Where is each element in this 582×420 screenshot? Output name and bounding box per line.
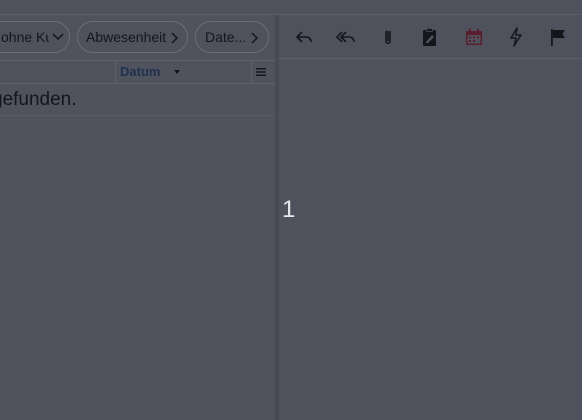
attachment-button[interactable]	[377, 26, 399, 48]
list-pane: ohne Kurs Abwesenheit Date... Datum	[0, 15, 275, 420]
chevron-down-icon	[52, 33, 64, 41]
detail-toolbar	[279, 15, 582, 59]
detail-pane	[279, 15, 582, 420]
page-indicator: 1	[282, 196, 296, 223]
empty-state-message: gefunden.	[0, 89, 77, 110]
filter-chip-date-label: Date...	[205, 29, 247, 45]
chevron-right-icon	[251, 32, 259, 44]
empty-state-row: gefunden.	[0, 85, 275, 116]
clipboard-edit-icon	[423, 28, 436, 46]
filter-bar: ohne Kurs Abwesenheit Date...	[0, 15, 275, 60]
flag-icon	[551, 29, 565, 46]
lightning-button[interactable]	[505, 26, 527, 48]
filter-chip-date[interactable]: Date...	[195, 21, 269, 53]
table-header: Datum	[0, 60, 275, 84]
column-divider[interactable]	[115, 61, 116, 83]
reply-all-button[interactable]	[335, 26, 357, 48]
filter-chip-course-label: ohne Kurs	[1, 29, 49, 45]
calendar-icon	[466, 28, 482, 45]
attachment-icon	[385, 30, 391, 45]
reply-all-icon	[336, 31, 355, 43]
lightning-icon	[510, 27, 522, 47]
calendar-button[interactable]	[463, 26, 485, 48]
flag-button[interactable]	[547, 26, 569, 48]
filter-chip-absence[interactable]: Abwesenheit	[77, 21, 188, 53]
clipboard-edit-button[interactable]	[419, 26, 441, 48]
sort-desc-icon[interactable]	[174, 70, 180, 74]
reply-button[interactable]	[293, 26, 315, 48]
column-menu-icon[interactable]	[256, 67, 266, 77]
app-window: ohne Kurs Abwesenheit Date... Datum	[0, 0, 582, 420]
column-divider[interactable]	[251, 61, 252, 83]
chevron-right-icon	[171, 32, 179, 44]
filter-chip-course[interactable]: ohne Kurs	[0, 21, 70, 53]
column-header-date[interactable]: Datum	[120, 64, 160, 79]
filter-chip-absence-label: Abwesenheit	[86, 29, 167, 45]
top-bar	[0, 0, 582, 15]
reply-icon	[296, 31, 312, 43]
